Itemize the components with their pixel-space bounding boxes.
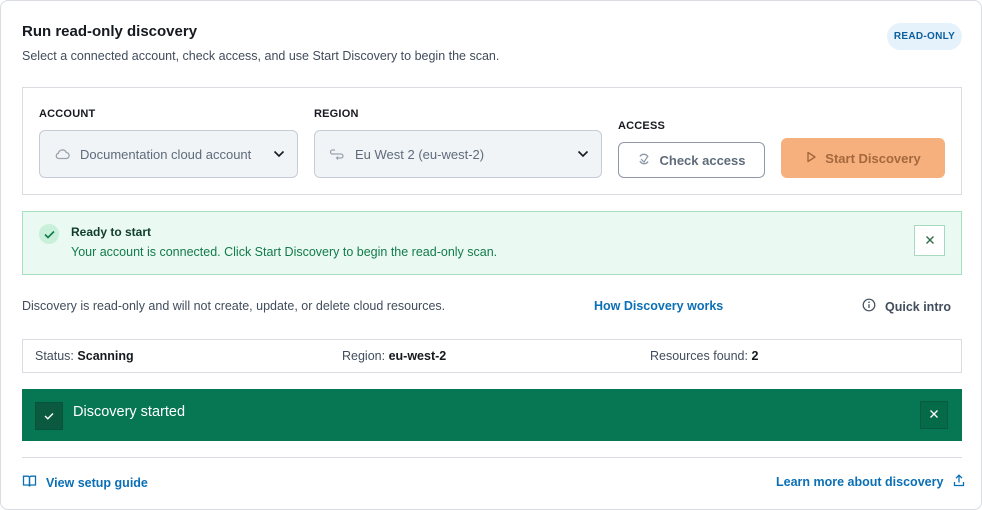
refresh-icon (637, 152, 651, 169)
discovery-started-banner: Discovery started (22, 389, 962, 441)
discovery-card: Run read-only discovery Select a connect… (0, 0, 982, 510)
region-select-value: Eu West 2 (eu-west-2) (355, 146, 485, 162)
resources-label: Resources found: (650, 349, 748, 363)
read-only-notice: Discovery is read-only and will not crea… (22, 299, 446, 313)
page-subtitle: Select a connected account, check access… (22, 49, 500, 63)
region-status-value: eu-west-2 (388, 349, 447, 363)
status-bar: Status: Scanning Region: eu-west-2 Resou… (22, 339, 962, 373)
status-label: Status: (35, 349, 74, 363)
quick-intro-label: Quick intro (885, 299, 951, 314)
check-access-label: Check access (659, 152, 746, 168)
route-icon (329, 146, 345, 162)
ready-alert: Ready to start Your account is connected… (22, 211, 962, 275)
region-status-label: Region: (342, 349, 386, 363)
resources-value: 2 (751, 349, 759, 363)
chevron-down-icon (273, 148, 285, 160)
quick-intro-button[interactable]: Quick intro (862, 298, 951, 315)
account-select[interactable]: Documentation cloud account (39, 130, 298, 178)
learn-more-link[interactable]: Learn more about discovery (776, 474, 965, 490)
region-select[interactable]: Eu West 2 (eu-west-2) (314, 130, 602, 178)
play-icon (805, 151, 817, 166)
how-discovery-works-link[interactable]: How Discovery works (594, 299, 723, 313)
book-icon (22, 474, 37, 491)
resources-cell: Resources found: 2 (650, 349, 758, 363)
banner-close-button[interactable] (920, 401, 948, 429)
page-title: Run read-only discovery (22, 23, 198, 40)
ready-alert-title: Ready to start (71, 225, 152, 239)
cloud-icon (54, 146, 70, 162)
banner-text: Discovery started (73, 404, 186, 420)
account-select-value: Documentation cloud account (80, 146, 252, 162)
start-discovery-label: Start Discovery (825, 150, 921, 166)
info-icon (862, 298, 876, 315)
close-icon (929, 406, 939, 424)
account-label: ACCOUNT (39, 108, 96, 120)
chevron-down-icon (577, 148, 589, 160)
ready-alert-body: Your account is connected. Click Start D… (71, 245, 498, 259)
region-cell: Region: eu-west-2 (342, 349, 446, 363)
check-access-button[interactable]: Check access (618, 142, 765, 178)
region-label: REGION (314, 108, 359, 120)
view-setup-guide-label: View setup guide (46, 475, 148, 490)
ready-alert-close-button[interactable] (914, 225, 945, 256)
status-cell: Status: Scanning (35, 349, 134, 363)
learn-more-label: Learn more about discovery (776, 475, 944, 489)
access-label: ACCESS (618, 120, 666, 132)
footer-divider (22, 457, 962, 458)
start-discovery-button[interactable]: Start Discovery (781, 138, 945, 178)
check-icon (35, 402, 63, 430)
check-circle-icon (39, 224, 59, 244)
external-upload-icon (953, 474, 965, 490)
close-icon (925, 232, 935, 250)
status-value: Scanning (77, 349, 134, 363)
read-only-badge: READ-ONLY (887, 23, 962, 50)
view-setup-guide-link[interactable]: View setup guide (22, 474, 148, 491)
